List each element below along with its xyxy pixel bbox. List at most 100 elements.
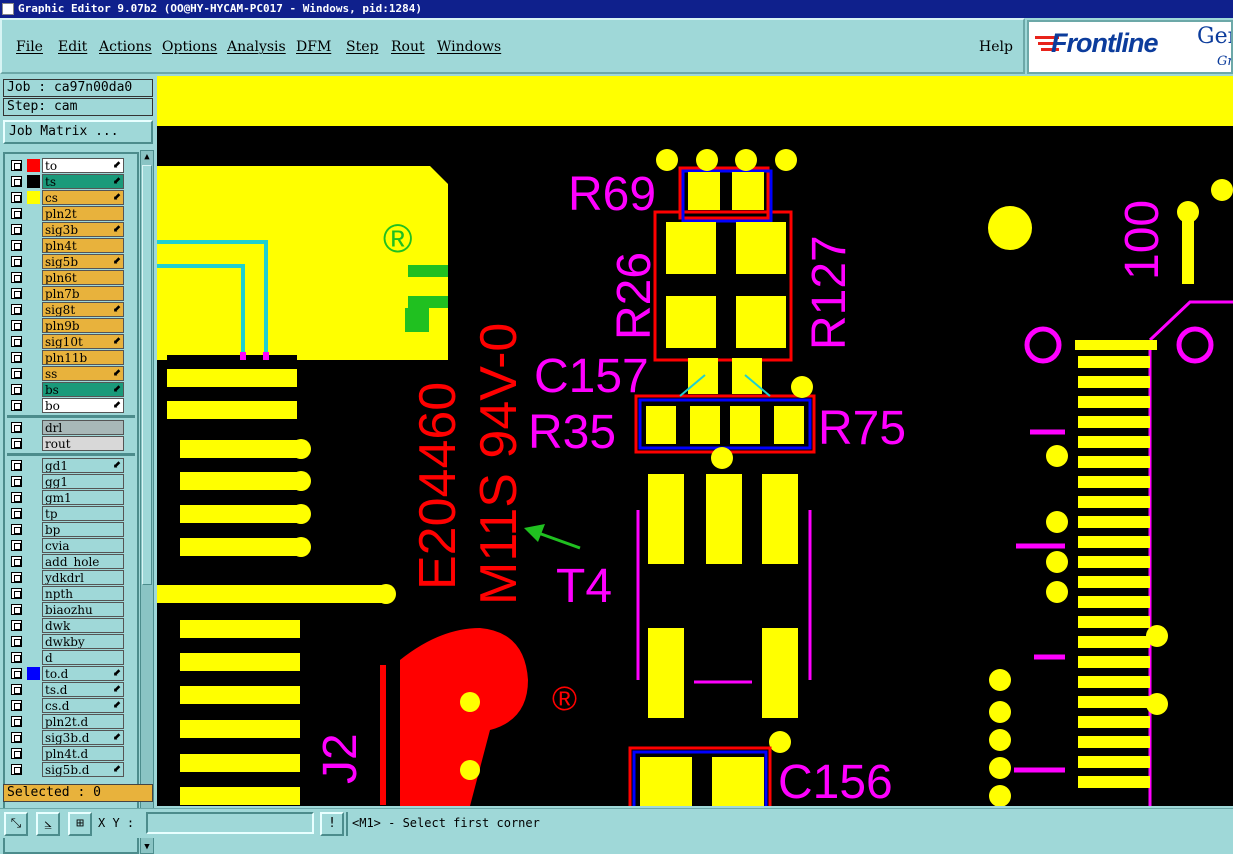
layer-name[interactable]: to ⬋: [42, 158, 124, 173]
layer-color-swatch[interactable]: [27, 747, 40, 760]
layer-color-swatch[interactable]: [27, 319, 40, 332]
layer-row-pln6t[interactable]: pln6t: [7, 270, 125, 285]
menu-dfm[interactable]: DFM: [296, 39, 331, 55]
layer-row-bp[interactable]: bp: [7, 522, 125, 537]
layer-color-swatch[interactable]: [27, 619, 40, 632]
layer-row-sig5b[interactable]: sig5b ⬋: [7, 254, 125, 269]
layer-name[interactable]: biaozhu: [42, 602, 124, 617]
layer-name[interactable]: gm1: [42, 490, 124, 505]
layer-checkbox[interactable]: [11, 336, 22, 347]
layer-color-swatch[interactable]: [27, 191, 40, 204]
layer-checkbox[interactable]: [11, 160, 22, 171]
layer-checkbox[interactable]: [11, 492, 22, 503]
layer-color-swatch[interactable]: [27, 523, 40, 536]
layer-color-swatch[interactable]: [27, 383, 40, 396]
layer-color-swatch[interactable]: [27, 239, 40, 252]
layer-checkbox[interactable]: [11, 636, 22, 647]
layer-color-swatch[interactable]: [27, 367, 40, 380]
layer-color-swatch[interactable]: [27, 399, 40, 412]
layer-color-swatch[interactable]: [27, 603, 40, 616]
layer-checkbox[interactable]: [11, 572, 22, 583]
layer-color-swatch[interactable]: [27, 255, 40, 268]
layer-color-swatch[interactable]: [27, 207, 40, 220]
layer-row-pln4t-d[interactable]: pln4t.d: [7, 746, 125, 761]
layer-row-npth[interactable]: npth: [7, 586, 125, 601]
layer-row-sig3b[interactable]: sig3b ⬋: [7, 222, 125, 237]
layer-row-gd1[interactable]: gd1 ⬋: [7, 458, 125, 473]
layer-checkbox[interactable]: [11, 524, 22, 535]
layer-checkbox[interactable]: [11, 288, 22, 299]
measure-tool-icon[interactable]: ⦥: [36, 812, 60, 836]
layer-color-swatch[interactable]: [27, 437, 40, 450]
layer-color-swatch[interactable]: [27, 351, 40, 364]
layer-row-rout[interactable]: rout: [7, 436, 125, 451]
menu-rout[interactable]: Rout: [391, 39, 425, 55]
layer-name[interactable]: pln2t: [42, 206, 124, 221]
layer-row-pln7b[interactable]: pln7b: [7, 286, 125, 301]
layer-name[interactable]: npth: [42, 586, 124, 601]
menu-actions[interactable]: Actions: [99, 39, 152, 55]
layer-name[interactable]: pln11b: [42, 350, 124, 365]
layer-color-swatch[interactable]: [27, 421, 40, 434]
layer-name[interactable]: dwk: [42, 618, 124, 633]
layer-checkbox[interactable]: [11, 700, 22, 711]
layer-color-swatch[interactable]: [27, 571, 40, 584]
menu-analysis[interactable]: Analysis: [227, 39, 286, 55]
xy-input[interactable]: [146, 812, 314, 834]
layer-row-gm1[interactable]: gm1: [7, 490, 125, 505]
layer-row-to[interactable]: to ⬋: [7, 158, 125, 173]
layer-color-swatch[interactable]: [27, 223, 40, 236]
menu-windows[interactable]: Windows: [437, 39, 501, 55]
layer-color-swatch[interactable]: [27, 507, 40, 520]
layer-row-pln9b[interactable]: pln9b: [7, 318, 125, 333]
layer-checkbox[interactable]: [11, 604, 22, 615]
layer-row-pln2t-d[interactable]: pln2t.d: [7, 714, 125, 729]
layer-color-swatch[interactable]: [27, 335, 40, 348]
layer-color-swatch[interactable]: [27, 635, 40, 648]
layer-color-swatch[interactable]: [27, 271, 40, 284]
layer-name[interactable]: ydkdrl: [42, 570, 124, 585]
layer-name[interactable]: sig5b.d ⬋: [42, 762, 124, 777]
layer-name[interactable]: pln7b: [42, 286, 124, 301]
layer-checkbox[interactable]: [11, 620, 22, 631]
layer-name[interactable]: pln2t.d: [42, 714, 124, 729]
layer-row-d[interactable]: d: [7, 650, 125, 665]
layer-checkbox[interactable]: [11, 422, 22, 433]
layer-row-drl[interactable]: drl: [7, 420, 125, 435]
layer-name[interactable]: bp: [42, 522, 124, 537]
layer-name[interactable]: rout: [42, 436, 124, 451]
layer-name[interactable]: cs.d ⬋: [42, 698, 124, 713]
layer-name[interactable]: sig3b.d ⬋: [42, 730, 124, 745]
layer-color-swatch[interactable]: [27, 475, 40, 488]
layer-checkbox[interactable]: [11, 476, 22, 487]
layer-row-gg1[interactable]: gg1: [7, 474, 125, 489]
layer-color-swatch[interactable]: [27, 715, 40, 728]
layer-row-sig10t[interactable]: sig10t ⬋: [7, 334, 125, 349]
layer-row-to-d[interactable]: to.d ⬋: [7, 666, 125, 681]
layer-row-biaozhu[interactable]: biaozhu: [7, 602, 125, 617]
layer-row-dwkby[interactable]: dwkby: [7, 634, 125, 649]
layer-name[interactable]: add_hole: [42, 554, 124, 569]
layer-row-cvia[interactable]: cvia: [7, 538, 125, 553]
menu-options[interactable]: Options: [162, 39, 217, 55]
layer-color-swatch[interactable]: [27, 587, 40, 600]
layer-color-swatch[interactable]: [27, 763, 40, 776]
layer-name[interactable]: dwkby: [42, 634, 124, 649]
layer-checkbox[interactable]: [11, 684, 22, 695]
layer-name[interactable]: bs ⬋: [42, 382, 124, 397]
layer-row-tp[interactable]: tp: [7, 506, 125, 521]
layer-row-bo[interactable]: bo ⬋: [7, 398, 125, 413]
layer-name[interactable]: ss ⬋: [42, 366, 124, 381]
layer-checkbox[interactable]: [11, 208, 22, 219]
layer-checkbox[interactable]: [11, 176, 22, 187]
layer-color-swatch[interactable]: [27, 287, 40, 300]
layer-color-swatch[interactable]: [27, 731, 40, 744]
layer-list-scrollbar[interactable]: ▲ ▼: [140, 150, 154, 854]
layer-color-swatch[interactable]: [27, 683, 40, 696]
layer-name[interactable]: ts.d ⬋: [42, 682, 124, 697]
layer-checkbox[interactable]: [11, 460, 22, 471]
layer-name[interactable]: pln6t: [42, 270, 124, 285]
layer-row-ts-d[interactable]: ts.d ⬋: [7, 682, 125, 697]
layer-checkbox[interactable]: [11, 588, 22, 599]
layer-row-cs-d[interactable]: cs.d ⬋: [7, 698, 125, 713]
